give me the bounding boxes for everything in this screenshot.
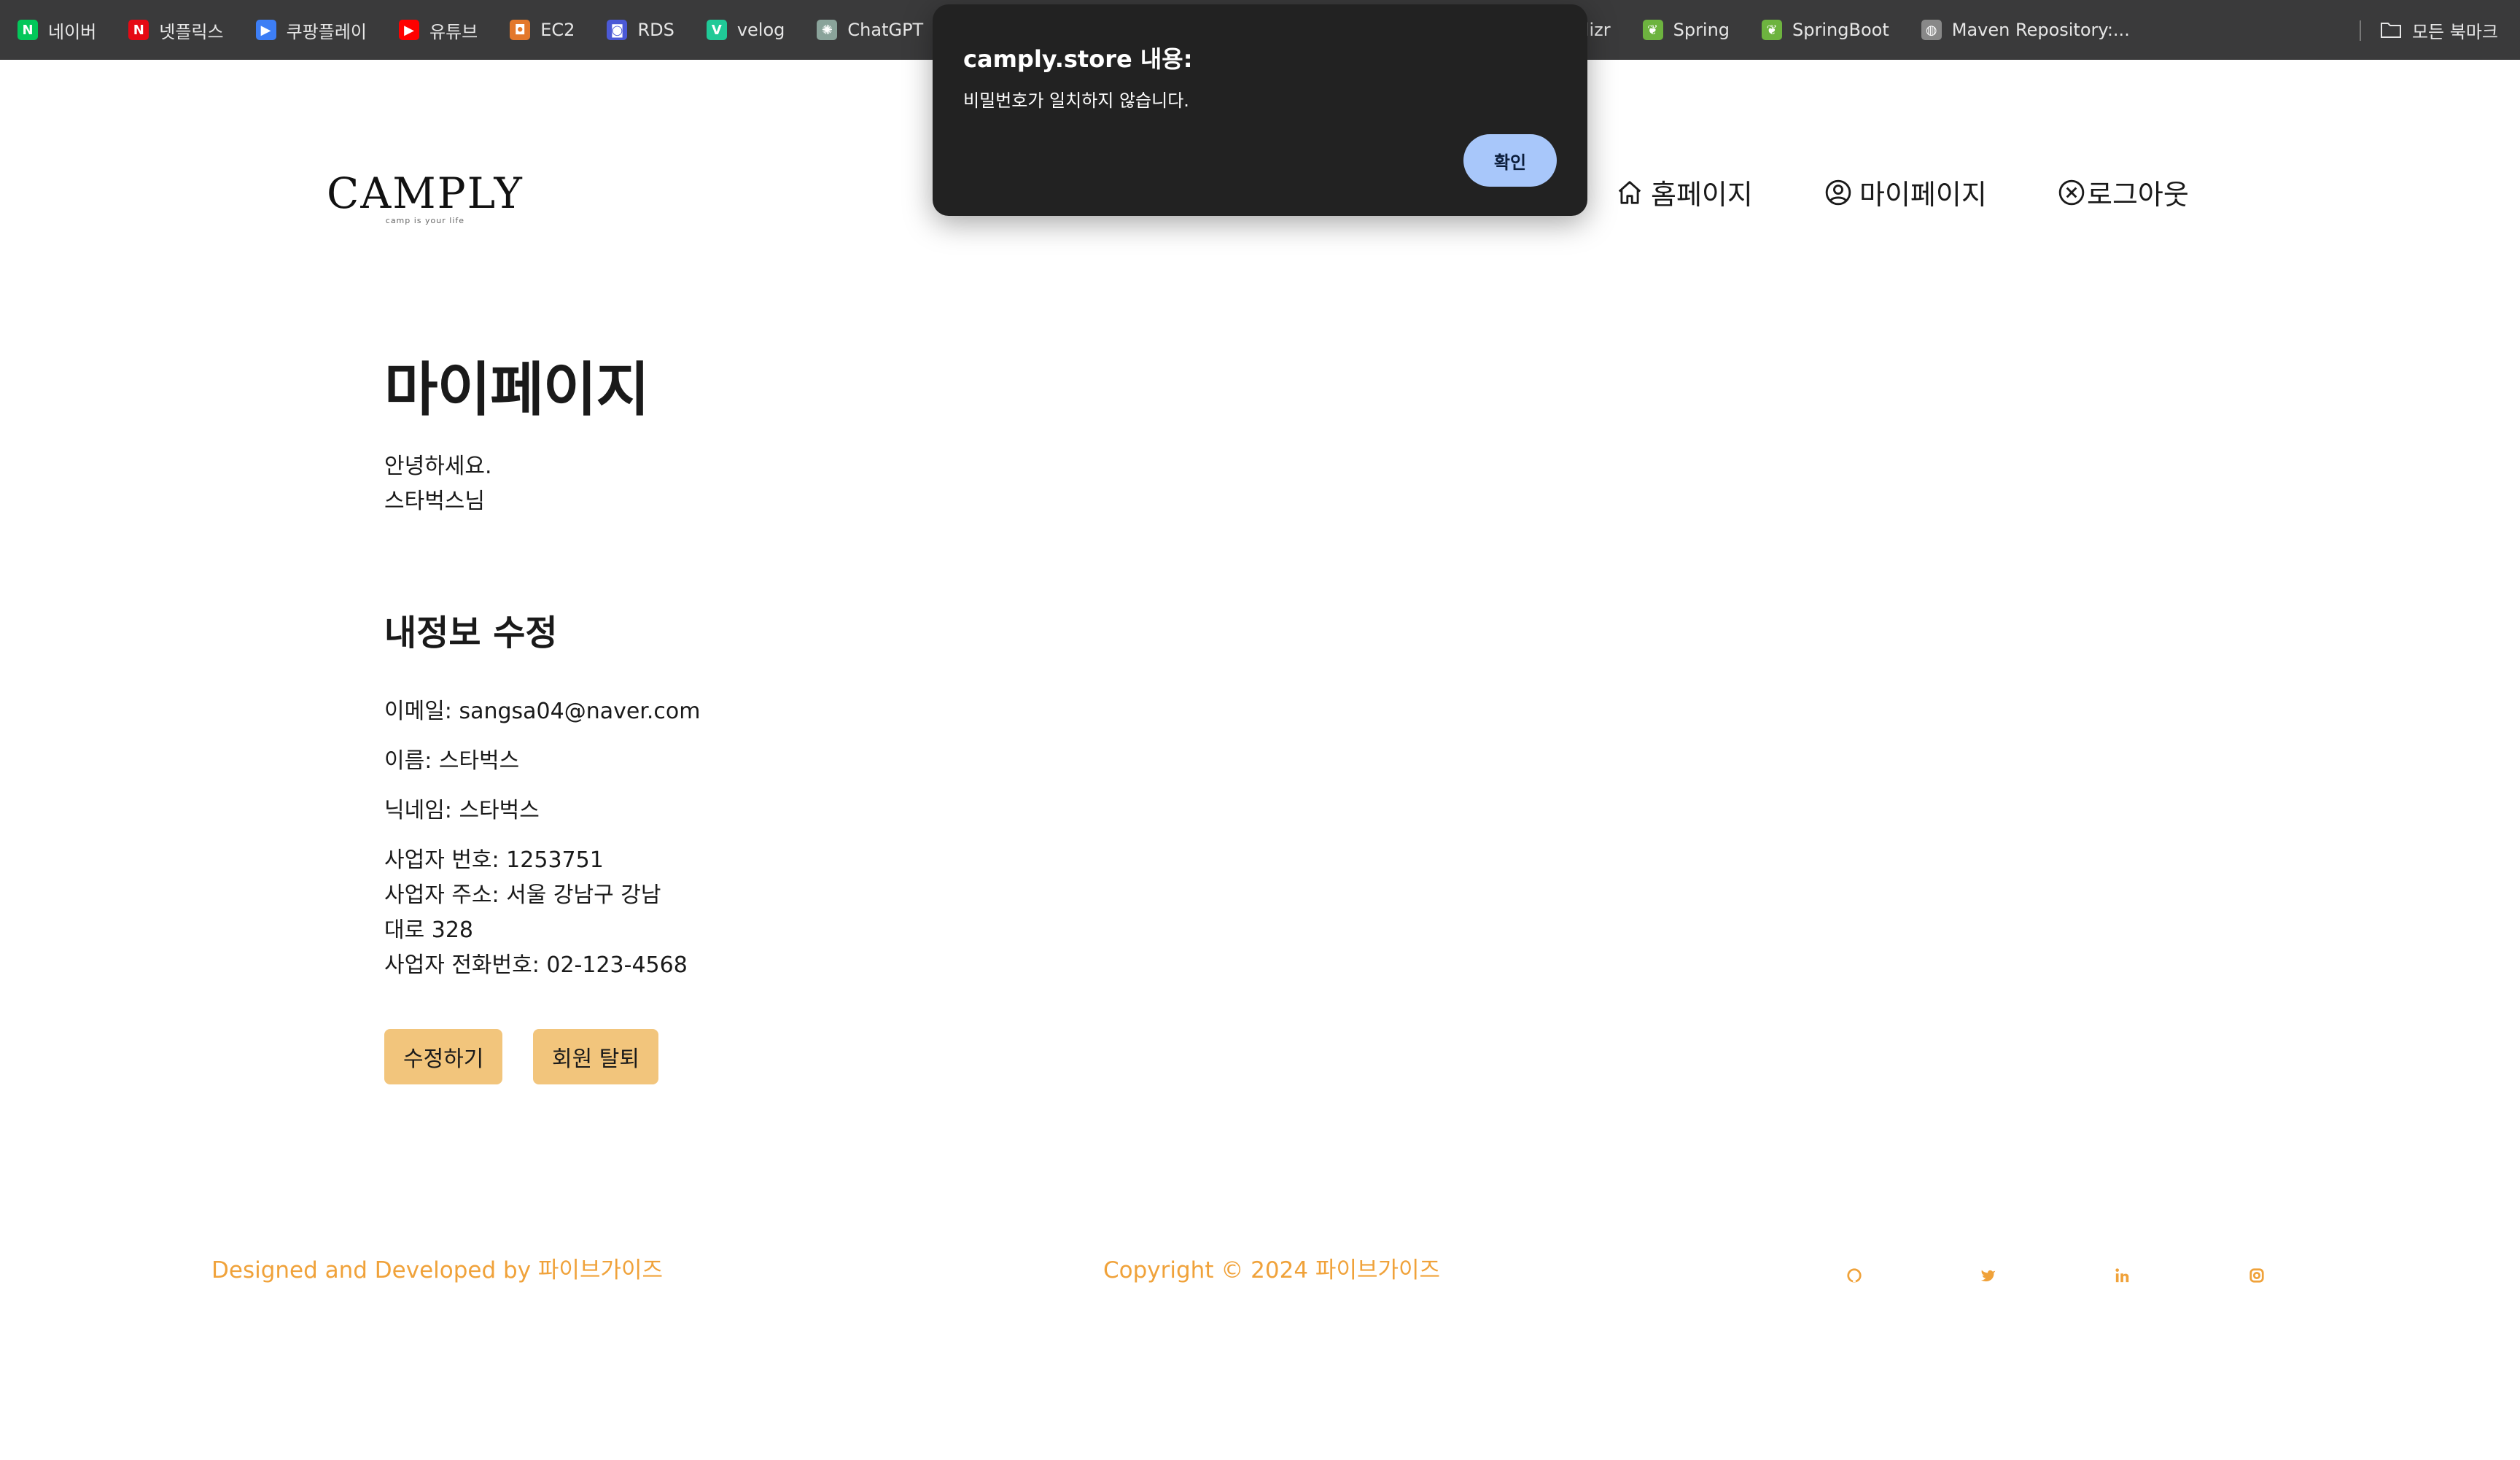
nav-home-link[interactable]: 홈페이지 [1616, 172, 1753, 212]
bookmark-label: 쿠팡플레이 [286, 21, 367, 42]
greeting: 안녕하세요. 스타벅스님 [384, 449, 492, 519]
bookmark-naver[interactable]: N 네이버 [18, 18, 96, 43]
user-circle-icon [1825, 179, 1851, 205]
bookmark-netflix[interactable]: N 넷플릭스 [128, 18, 224, 43]
youtube-icon: ▶ [398, 20, 419, 40]
bookmark-aws-rds[interactable]: ◙ RDS [607, 20, 674, 40]
folder-icon [2380, 23, 2401, 38]
home-icon [1618, 180, 1641, 204]
bookmark-velog[interactable]: Vvelog [706, 20, 785, 40]
info-email: 이메일: sangsa04@naver.com [384, 699, 701, 724]
alert-dialog: camply.store 내용: 비밀번호가 일치하지 않습니다. 확인 [933, 4, 1587, 216]
chatgpt-icon: ✺ [817, 20, 838, 40]
nav-logout-label: 로그아웃 [2087, 179, 2189, 211]
bookmark-chatgpt[interactable]: ✺ ChatGPT [817, 20, 923, 40]
site-logo[interactable]: CAMPLY camp is your life [327, 172, 524, 225]
greeting-line-1: 안녕하세요. [384, 454, 492, 479]
info-business-address-2: 대로 328 [384, 917, 473, 943]
bookmark-label: RDS [637, 20, 674, 40]
close-circle-icon [2058, 179, 2085, 205]
github-icon[interactable] [1846, 1267, 1862, 1284]
greeting-user-name: 스타벅스님 [384, 489, 485, 514]
bookmark-springboot[interactable]: ❦ SpringBoot [1762, 20, 1889, 40]
all-bookmarks-label: 모든 북마크 [2411, 21, 2498, 42]
info-business-number: 사업자 번호: 1253751 [384, 847, 604, 873]
spring-icon: ❦ [1642, 20, 1663, 40]
aws-ec2-icon: ◘ [510, 20, 531, 40]
nav-mypage-link[interactable]: 마이페이지 [1824, 172, 1987, 212]
twitter-icon[interactable] [1980, 1267, 1996, 1284]
aws-rds-icon: ◙ [607, 20, 628, 40]
netflix-icon: N [128, 20, 149, 40]
info-name: 이름: 스타벅스 [384, 748, 520, 774]
bookmark-label: EC2 [540, 20, 575, 40]
bookmark-label: 유튜브 [429, 21, 478, 42]
springboot-icon: ❦ [1762, 20, 1783, 40]
page-title: 마이페이지 [384, 356, 650, 424]
withdraw-button[interactable]: 회원 탈퇴 [533, 1029, 658, 1084]
info-nickname: 닉네임: 스타벅스 [384, 798, 540, 823]
bookmark-label: velog [736, 20, 785, 40]
info-business-address-1: 사업자 주소: 서울 강남구 강남 [384, 882, 661, 908]
bookmarks-divider [2360, 20, 2361, 41]
bookmark-label: Maven Repository:... [1951, 20, 2130, 40]
section-title: 내정보 수정 [384, 613, 558, 653]
info-business: 사업자 번호: 1253751 사업자 주소: 서울 강남구 강남 대로 328… [384, 843, 705, 983]
linkedin-icon[interactable] [2115, 1267, 2131, 1284]
dialog-ok-button[interactable]: 확인 [1463, 134, 1557, 187]
bookmark-youtube[interactable]: ▶ 유튜브 [398, 18, 478, 43]
info-business-phone: 사업자 전화번호: 02-123-4568 [384, 952, 688, 978]
bookmark-globe[interactable]: ◍ Maven Repository:... [1921, 20, 2130, 40]
instagram-icon[interactable] [2249, 1267, 2265, 1284]
globe-icon: ◍ [1921, 20, 1942, 40]
bookmark-label: 넷플릭스 [159, 21, 224, 42]
nav-mypage-label: 마이페이지 [1859, 179, 1987, 211]
logo-name: CAMPLY [327, 168, 524, 218]
bookmark-label: 네이버 [48, 21, 97, 42]
all-bookmarks-button[interactable]: 모든 북마크 [2380, 0, 2498, 60]
footer-copyright: Copyright © 2024 파이브가이즈 [1103, 1257, 1441, 1284]
bookmark-label: Spring [1673, 20, 1730, 40]
bookmarks-list: N 네이버 N 넷플릭스 ▶ 쿠팡플레이 ▶ 유튜브 ◘ EC2 ◙ RDS Vvelog ✺ ChatGP… [18, 18, 955, 43]
nav-home-label: 홈페이지 [1651, 179, 1753, 211]
bookmark-coupang-play[interactable]: ▶ 쿠팡플레이 [255, 18, 367, 43]
bookmark-label: SpringBoot [1792, 20, 1889, 40]
bookmark-spring[interactable]: ❦ Spring [1642, 20, 1730, 40]
bookmark-label: ChatGPT [847, 20, 924, 40]
edit-button[interactable]: 수정하기 [384, 1029, 503, 1084]
nav-logout-link[interactable]: 로그아웃 [2058, 172, 2189, 212]
dialog-message: 비밀번호가 일치하지 않습니다. [963, 90, 1189, 111]
coupang-play-icon: ▶ [255, 20, 276, 40]
naver-icon: N [18, 20, 38, 40]
velog-icon: V [706, 20, 727, 40]
bookmarks-list-right: tializr❦Spring❦SpringBoot◍Maven Reposito… [1562, 0, 2162, 60]
bookmark-aws-ec2[interactable]: ◘ EC2 [510, 20, 575, 40]
footer-credit: Designed and Developed by 파이브가이즈 [211, 1257, 664, 1284]
dialog-title: camply.store 내용: [963, 45, 1193, 73]
